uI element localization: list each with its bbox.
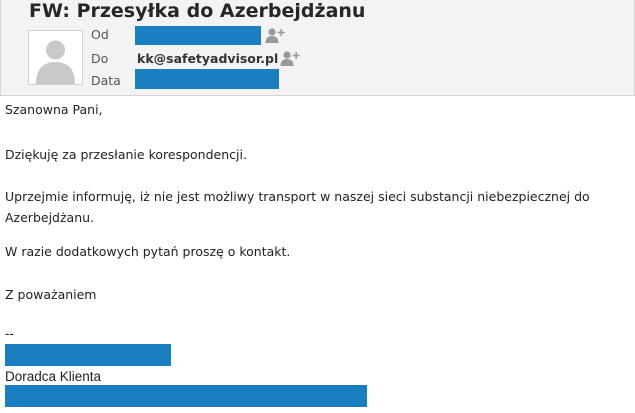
to-label: Do: [91, 51, 109, 66]
add-contact-icon[interactable]: [280, 50, 300, 66]
recipient-address[interactable]: kk@safetyadvisor.pl: [137, 51, 278, 66]
paragraph-contact: W razie dodatkowych pytań proszę o konta…: [5, 244, 291, 259]
paragraph-thanks: Dziękuję za przesłanie korespondencji.: [5, 147, 247, 162]
signature-details-redacted: [5, 385, 367, 407]
person-silhouette-icon: [36, 40, 75, 84]
header-border-left: [0, 0, 1, 95]
signature-role: Doradca Klienta: [5, 369, 102, 384]
sender-avatar: [28, 30, 83, 85]
from-label: Od: [91, 27, 109, 42]
add-contact-icon[interactable]: [265, 27, 285, 43]
signature-separator: --: [5, 326, 14, 341]
greeting: Szanowna Pani,: [5, 102, 103, 117]
closing: Z poważaniem: [5, 287, 97, 302]
sender-redacted: [135, 26, 261, 45]
date-label: Data: [91, 73, 121, 88]
signature-name-redacted: [5, 344, 171, 366]
date-redacted: [135, 69, 279, 89]
paragraph-info-line1: Uprzejmie informuję, iż nie jest możliwy…: [5, 189, 590, 204]
paragraph-info-line2: Azerbejdżanu.: [5, 210, 95, 225]
message-header: FW: Przesyłka do Azerbejdżanu Od Do kk@s…: [0, 0, 635, 96]
message-subject: FW: Przesyłka do Azerbejdżanu: [29, 0, 366, 22]
